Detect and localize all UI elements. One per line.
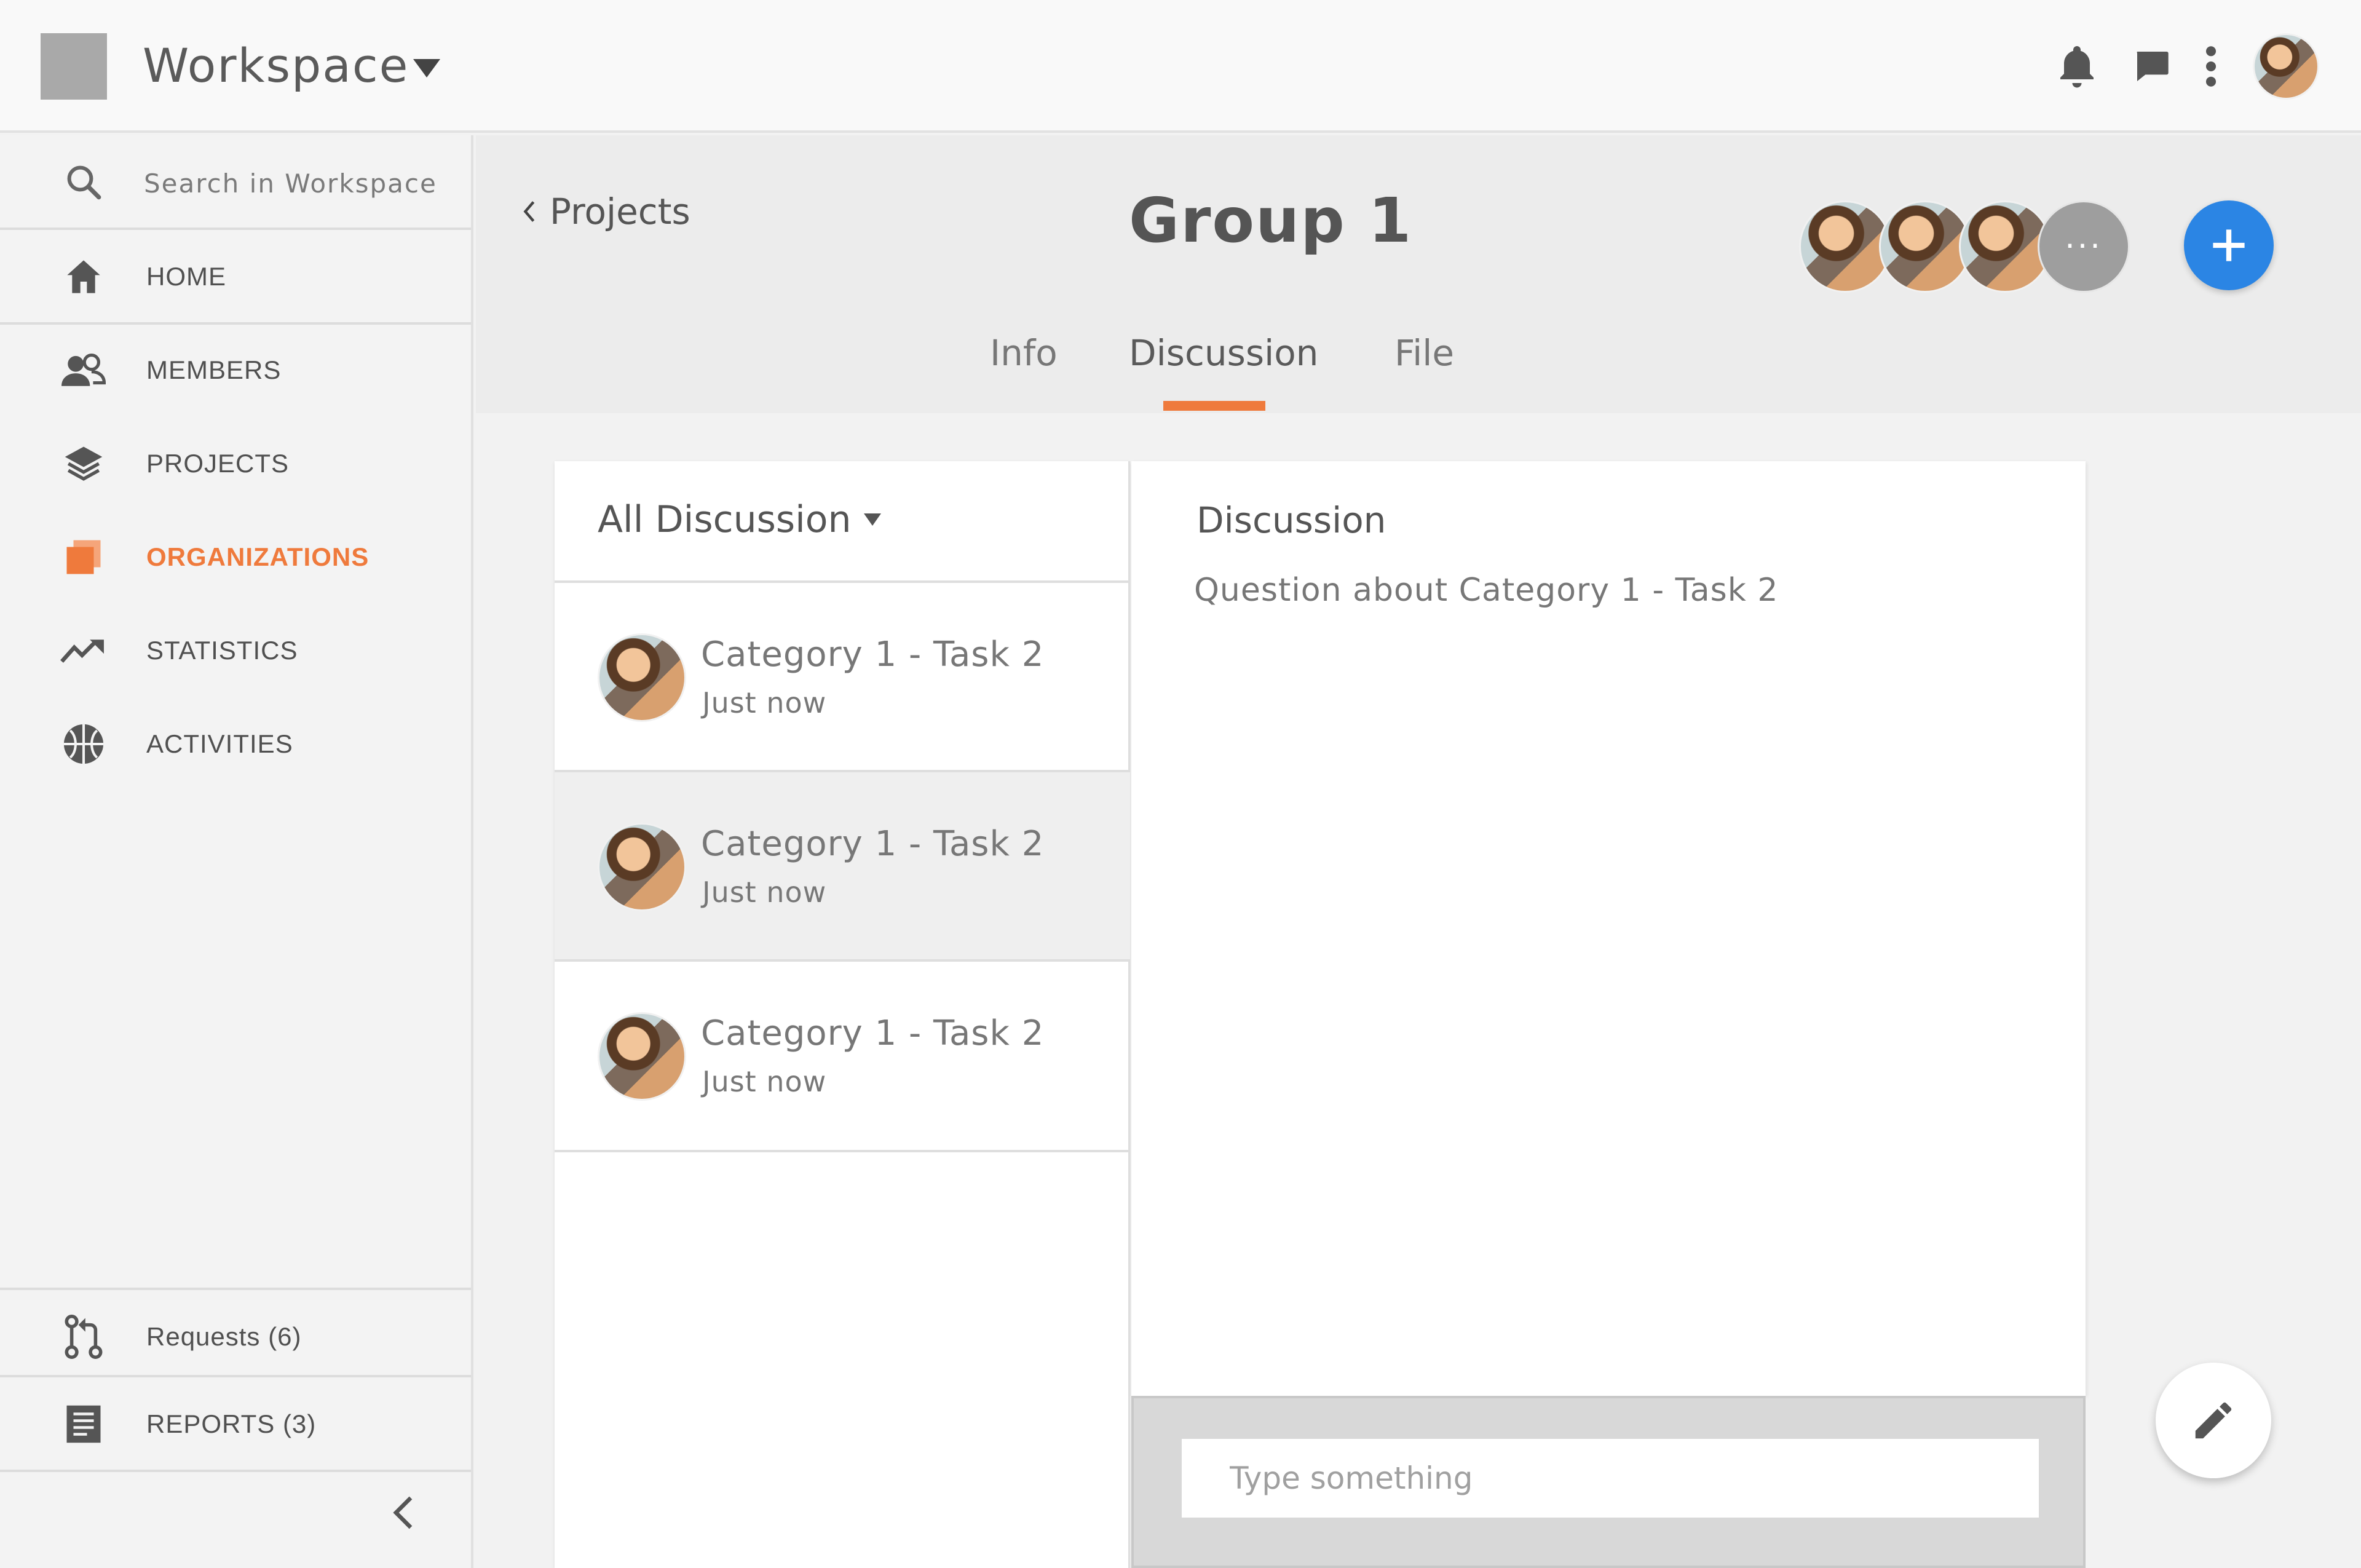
workspace-logo[interactable] <box>41 33 107 100</box>
sidebar-item-activities[interactable]: ACTIVITIES <box>0 697 471 791</box>
list-item[interactable]: Category 1 - Task 2 Just now <box>555 583 1130 770</box>
members-icon <box>60 347 107 394</box>
trending-up-icon <box>60 627 107 674</box>
discussion-time: Just now <box>702 686 827 719</box>
sidebar-item-label: PROJECTS <box>146 449 290 478</box>
sidebar-item-requests[interactable]: Requests (6) <box>0 1290 471 1384</box>
discussion-list-panel: All Discussion Category 1 - Task 2 Just … <box>555 461 1130 1568</box>
sidebar-item-label: Requests (6) <box>146 1322 302 1351</box>
pencil-icon <box>2195 1402 2232 1439</box>
member-avatar[interactable] <box>1879 200 1971 293</box>
avatar <box>598 823 686 911</box>
chevron-left-icon <box>523 201 535 222</box>
detail-title: Discussion <box>1196 499 1386 541</box>
plus-icon <box>2213 229 2245 261</box>
discussion-detail-panel: Discussion Question about Category 1 - T… <box>1131 461 2086 1396</box>
layers-icon <box>60 440 107 487</box>
avatar <box>598 633 686 722</box>
discussion-time: Just now <box>702 1065 827 1098</box>
active-tab-indicator <box>1163 401 1265 411</box>
sidebar: HOME MEMBERS PROJECTS ORGANIZATIONS STAT… <box>0 135 473 1568</box>
sidebar-item-label: MEMBERS <box>146 355 282 384</box>
add-button[interactable] <box>2184 200 2274 290</box>
collapse-sidebar-button[interactable] <box>375 1476 432 1550</box>
discussion-title: Category 1 - Task 2 <box>701 824 1045 864</box>
page-title: Group 1 <box>1129 184 1413 256</box>
search-input[interactable] <box>144 161 451 205</box>
organizations-icon <box>60 534 107 580</box>
chevron-left-icon <box>393 1496 413 1529</box>
divider <box>0 1470 471 1472</box>
bell-icon[interactable] <box>2050 39 2104 93</box>
search-icon <box>60 159 107 205</box>
tab-discussion[interactable]: Discussion <box>1129 332 1318 374</box>
workspace-dropdown-icon[interactable] <box>413 59 440 77</box>
sidebar-item-label: STATISTICS <box>146 636 298 665</box>
sidebar-item-label: ACTIVITIES <box>146 729 293 758</box>
report-icon <box>60 1401 107 1447</box>
sidebar-item-label: ORGANIZATIONS <box>146 542 370 571</box>
back-to-projects-link[interactable]: Projects <box>523 191 690 232</box>
more-members-button[interactable]: ··· <box>2038 200 2130 293</box>
discussion-title: Category 1 - Task 2 <box>701 635 1045 675</box>
back-label: Projects <box>550 191 690 232</box>
discussion-title: Category 1 - Task 2 <box>701 1013 1045 1053</box>
sidebar-item-statistics[interactable]: STATISTICS <box>0 604 471 697</box>
workspace-name[interactable]: Workspace <box>143 32 409 100</box>
discussion-question: Question about Category 1 - Task 2 <box>1194 572 1779 609</box>
chat-icon[interactable] <box>2125 39 2179 93</box>
sidebar-item-label: REPORTS (3) <box>146 1409 317 1438</box>
sidebar-item-members[interactable]: MEMBERS <box>0 323 471 417</box>
list-item[interactable]: Category 1 - Task 2 Just now <box>555 772 1130 959</box>
basketball-icon <box>60 721 107 767</box>
sidebar-item-projects[interactable]: PROJECTS <box>0 417 471 510</box>
sidebar-item-label: HOME <box>146 262 226 291</box>
sidebar-item-organizations[interactable]: ORGANIZATIONS <box>0 510 471 604</box>
divider <box>555 1150 1130 1152</box>
filter-label: All Discussion <box>598 498 852 541</box>
pull-request-icon <box>60 1313 107 1360</box>
list-item[interactable]: Category 1 - Task 2 Just now <box>555 962 1130 1149</box>
sidebar-item-reports[interactable]: REPORTS (3) <box>0 1377 471 1471</box>
user-avatar[interactable] <box>2253 33 2319 100</box>
home-icon <box>60 253 107 300</box>
chevron-down-icon <box>863 513 881 526</box>
sidebar-item-home[interactable]: HOME <box>0 230 471 323</box>
message-composer <box>1131 1396 2086 1568</box>
discussion-filter-dropdown[interactable]: All Discussion <box>598 498 881 541</box>
message-input[interactable] <box>1182 1439 2039 1518</box>
compose-button[interactable] <box>2156 1363 2271 1478</box>
tab-file[interactable]: File <box>1394 332 1454 374</box>
search-bar[interactable] <box>0 135 471 229</box>
member-avatar[interactable] <box>1799 200 1891 293</box>
tab-info[interactable]: Info <box>990 332 1058 374</box>
more-vertical-icon[interactable] <box>2184 39 2238 93</box>
avatar <box>598 1012 686 1101</box>
discussion-time: Just now <box>702 876 827 909</box>
